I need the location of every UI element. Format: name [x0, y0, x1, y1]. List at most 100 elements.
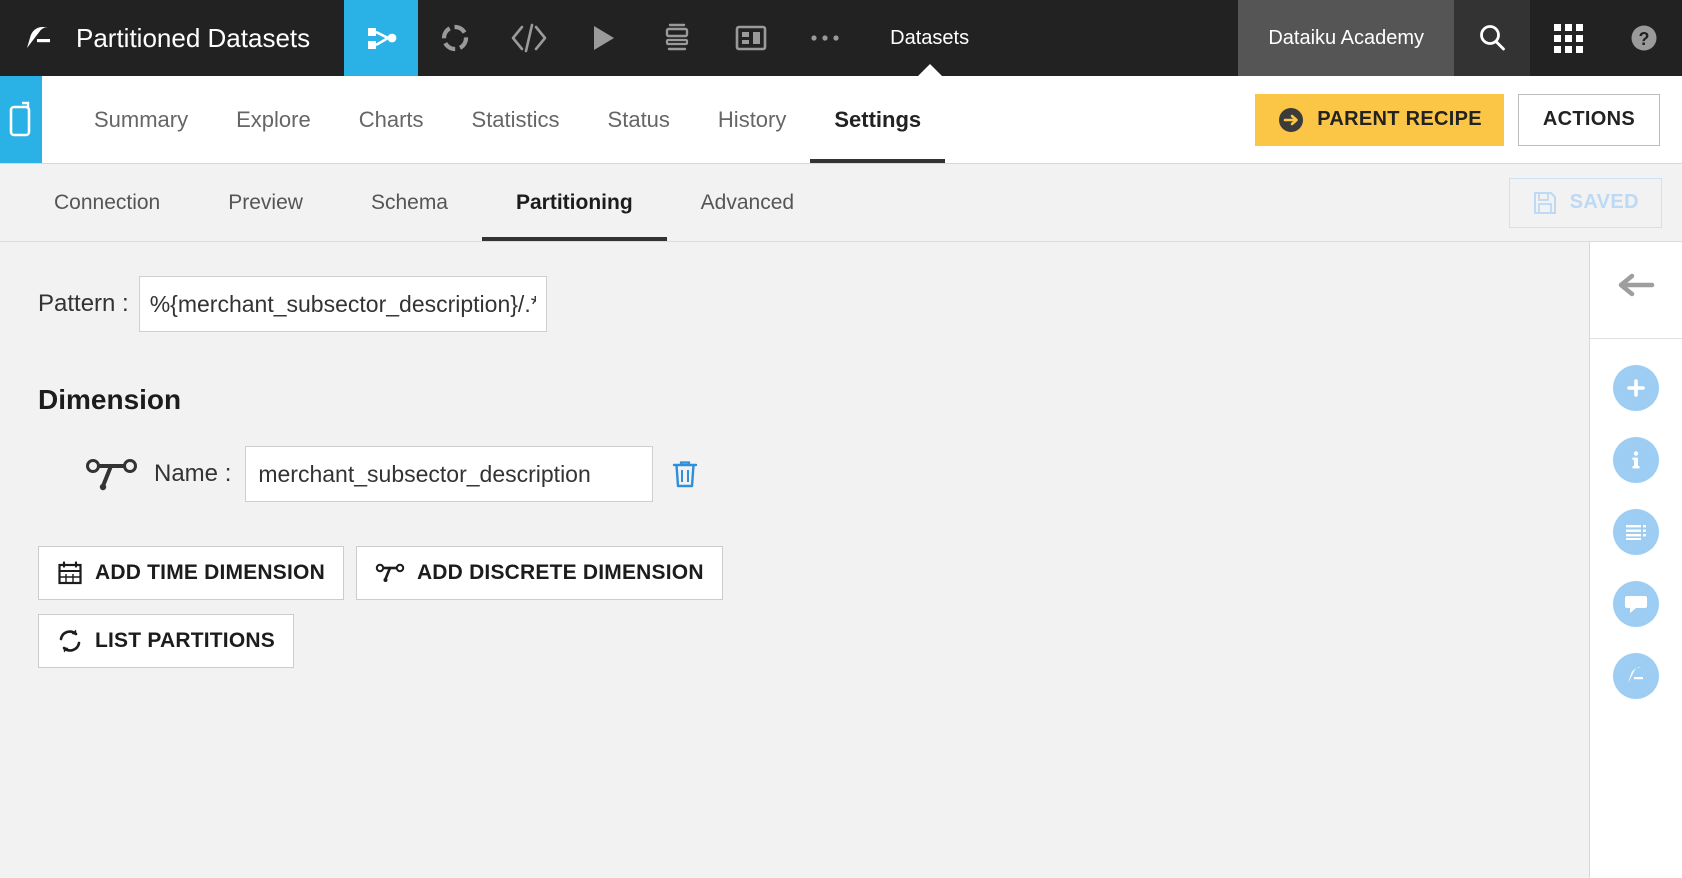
apps-grid-icon	[1554, 24, 1583, 53]
tab-statistics[interactable]: Statistics	[448, 76, 584, 163]
nav-section-datasets[interactable]: Datasets	[862, 0, 997, 76]
dashboard-icon	[733, 22, 769, 54]
actions-button[interactable]: ACTIONS	[1518, 94, 1660, 146]
tab-explore[interactable]: Explore	[212, 76, 335, 163]
tab-label: Settings	[834, 107, 921, 133]
rail-info-button[interactable]	[1613, 437, 1659, 483]
rail-add-button[interactable]	[1613, 365, 1659, 411]
tabbar-actions: PARENT RECIPE ACTIONS	[1255, 76, 1682, 163]
flow-icon	[361, 18, 401, 58]
parent-recipe-label: PARENT RECIPE	[1317, 108, 1482, 131]
nav-dashboards-icon[interactable]	[714, 0, 788, 76]
dataset-icon	[6, 101, 36, 139]
topbar-spacer	[997, 0, 1238, 76]
list-partitions-row: LIST PARTITIONS	[38, 614, 1589, 668]
dataset-type-badge	[0, 76, 42, 163]
actions-label: ACTIONS	[1543, 108, 1635, 131]
more-dots-icon	[808, 32, 842, 44]
nav-section-label: Datasets	[890, 27, 969, 50]
page-body: Pattern : Dimension Name :	[0, 242, 1682, 878]
trash-icon	[671, 459, 699, 489]
add-time-dimension-button[interactable]: ADD TIME DIMENSION	[38, 546, 344, 600]
partitioning-settings-panel: Pattern : Dimension Name :	[0, 242, 1590, 878]
subtab-label: Schema	[371, 191, 448, 215]
add-icon	[1624, 376, 1648, 400]
dataiku-home-logo[interactable]	[0, 0, 76, 76]
nav-flow-icon[interactable]	[344, 0, 418, 76]
top-navigation-bar: Partitioned Datasets	[0, 0, 1682, 76]
account-label: Dataiku Academy	[1268, 27, 1424, 50]
arrow-right-circle-icon	[1277, 106, 1305, 134]
subtab-connection[interactable]: Connection	[20, 164, 194, 241]
tab-label: Explore	[236, 107, 311, 133]
subtab-label: Preview	[228, 191, 303, 215]
discussions-icon	[1623, 592, 1649, 616]
tab-label: Status	[608, 107, 670, 133]
discrete-dimension-icon	[84, 457, 140, 491]
project-title[interactable]: Partitioned Datasets	[76, 0, 344, 76]
apps-menu-button[interactable]	[1530, 0, 1606, 76]
global-search-button[interactable]	[1454, 0, 1530, 76]
search-icon	[1475, 21, 1509, 55]
dimension-name-input[interactable]	[245, 446, 653, 502]
subtab-schema[interactable]: Schema	[337, 164, 482, 241]
subtab-advanced[interactable]: Advanced	[667, 164, 828, 241]
rail-schema-button[interactable]	[1613, 509, 1659, 555]
rail-lab-button[interactable]	[1613, 653, 1659, 699]
add-dimension-buttons: ADD TIME DIMENSION ADD DISCRETE DIMENSIO…	[38, 546, 1589, 600]
tab-label: Statistics	[472, 107, 560, 133]
topbar-right-group: Dataiku Academy ?	[1238, 0, 1682, 76]
help-button[interactable]: ?	[1606, 0, 1682, 76]
jobs-stack-icon	[660, 20, 694, 56]
dimension-section-heading: Dimension	[38, 384, 1589, 416]
right-sidebar	[1590, 242, 1682, 878]
code-icon	[508, 21, 550, 55]
parent-recipe-button[interactable]: PARENT RECIPE	[1255, 94, 1504, 146]
lab-icon	[437, 20, 473, 56]
account-menu[interactable]: Dataiku Academy	[1238, 0, 1454, 76]
collapse-sidebar-button[interactable]	[1614, 258, 1658, 312]
nav-lab-icon[interactable]	[418, 0, 492, 76]
pattern-label: Pattern :	[38, 290, 129, 318]
button-label: ADD TIME DIMENSION	[95, 561, 325, 585]
list-partitions-button[interactable]: LIST PARTITIONS	[38, 614, 294, 668]
lab-flask-icon	[1624, 663, 1648, 689]
help-question-icon: ?	[1626, 20, 1662, 56]
dimension-name-label: Name :	[154, 460, 231, 488]
discrete-dimension-icon	[375, 563, 405, 583]
nav-code-icon[interactable]	[492, 0, 566, 76]
add-discrete-dimension-button[interactable]: ADD DISCRETE DIMENSION	[356, 546, 723, 600]
subtab-label: Partitioning	[516, 191, 633, 215]
rail-discussions-button[interactable]	[1613, 581, 1659, 627]
nav-run-icon[interactable]	[566, 0, 640, 76]
tab-settings[interactable]: Settings	[810, 76, 945, 163]
save-label: SAVED	[1570, 191, 1639, 214]
settings-subtab-bar: Connection Preview Schema Partitioning A…	[0, 164, 1682, 242]
nav-jobs-icon[interactable]	[640, 0, 714, 76]
subtab-partitioning[interactable]: Partitioning	[482, 164, 667, 241]
schema-list-icon	[1623, 520, 1649, 544]
refresh-icon	[57, 628, 83, 654]
nav-more-icon[interactable]	[788, 0, 862, 76]
play-triangle-icon	[586, 21, 620, 55]
tab-status[interactable]: Status	[584, 76, 694, 163]
dataset-tab-bar: Summary Explore Charts Statistics Status…	[0, 76, 1682, 164]
dataset-tabs: Summary Explore Charts Statistics Status…	[42, 76, 945, 163]
arrow-left-icon	[1614, 270, 1658, 300]
floppy-disk-icon	[1532, 190, 1558, 216]
rail-divider	[1590, 338, 1682, 339]
tab-charts[interactable]: Charts	[335, 76, 448, 163]
tab-label: Charts	[359, 107, 424, 133]
subtab-preview[interactable]: Preview	[194, 164, 337, 241]
tab-history[interactable]: History	[694, 76, 810, 163]
delete-dimension-button[interactable]	[667, 455, 703, 493]
subtab-label: Connection	[54, 191, 160, 215]
save-button[interactable]: SAVED	[1509, 178, 1662, 228]
pattern-input[interactable]	[139, 276, 547, 332]
tab-summary[interactable]: Summary	[70, 76, 212, 163]
button-label: LIST PARTITIONS	[95, 629, 275, 653]
pattern-row: Pattern :	[0, 276, 1589, 332]
tab-label: History	[718, 107, 786, 133]
info-icon	[1624, 448, 1648, 472]
tab-label: Summary	[94, 107, 188, 133]
